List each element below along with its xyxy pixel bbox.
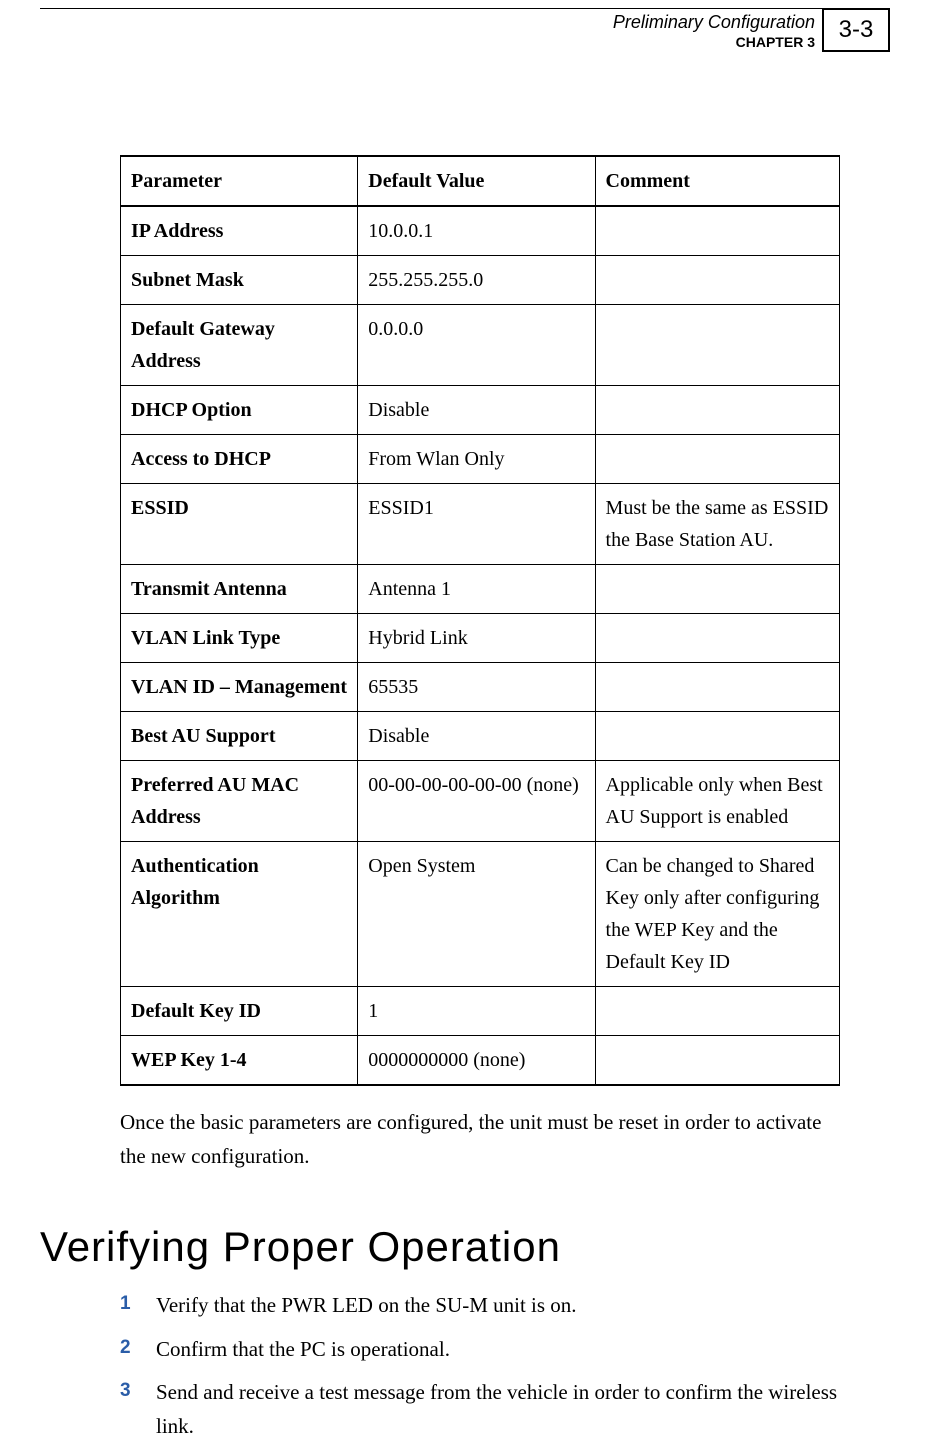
comment-cell [595, 712, 839, 761]
table-row: WEP Key 1-4 0000000000 (none) [121, 1036, 840, 1086]
table-row: DHCP Option Disable [121, 386, 840, 435]
step-number: 3 [120, 1376, 131, 1406]
param-cell: Transmit Antenna [121, 565, 358, 614]
comment-cell [595, 1036, 839, 1086]
param-cell: Preferred AU MAC Address [121, 761, 358, 842]
table-row: VLAN Link Type Hybrid Link [121, 614, 840, 663]
section-heading: Verifying Proper Operation [40, 1223, 840, 1271]
value-cell: 65535 [358, 663, 595, 712]
value-cell: 0.0.0.0 [358, 305, 595, 386]
step-item: 2 Confirm that the PC is operational. [120, 1333, 840, 1367]
table-row: VLAN ID – Management 65535 [121, 663, 840, 712]
page-content: Parameter Default Value Comment IP Addre… [0, 55, 930, 1444]
value-cell: Disable [358, 386, 595, 435]
step-text: Send and receive a test message from the… [156, 1380, 837, 1438]
comment-cell [595, 206, 839, 256]
comment-cell [595, 987, 839, 1036]
table-row: Subnet Mask 255.255.255.0 [121, 256, 840, 305]
step-text: Verify that the PWR LED on the SU-M unit… [156, 1293, 577, 1317]
steps-list: 1 Verify that the PWR LED on the SU-M un… [120, 1289, 840, 1443]
comment-cell [595, 305, 839, 386]
value-cell: 1 [358, 987, 595, 1036]
table-row: Access to DHCP From Wlan Only [121, 435, 840, 484]
table-row: Authentication Algorithm Open System Can… [121, 842, 840, 987]
parameters-table: Parameter Default Value Comment IP Addre… [120, 155, 840, 1086]
value-cell: Open System [358, 842, 595, 987]
table-header-comment: Comment [595, 156, 839, 206]
step-text: Confirm that the PC is operational. [156, 1337, 450, 1361]
step-item: 1 Verify that the PWR LED on the SU-M un… [120, 1289, 840, 1323]
value-cell: ESSID1 [358, 484, 595, 565]
comment-cell [595, 386, 839, 435]
param-cell: VLAN ID – Management [121, 663, 358, 712]
table-header-parameter: Parameter [121, 156, 358, 206]
param-cell: Access to DHCP [121, 435, 358, 484]
table-header-default-value: Default Value [358, 156, 595, 206]
value-cell: Disable [358, 712, 595, 761]
header-title: Preliminary Configuration [613, 12, 815, 33]
value-cell: 0000000000 (none) [358, 1036, 595, 1086]
param-cell: ESSID [121, 484, 358, 565]
table-row: Transmit Antenna Antenna 1 [121, 565, 840, 614]
comment-cell: Must be the same as ESSID the Base Stati… [595, 484, 839, 565]
table-row: IP Address 10.0.0.1 [121, 206, 840, 256]
param-cell: Best AU Support [121, 712, 358, 761]
comment-cell [595, 663, 839, 712]
table-row: Best AU Support Disable [121, 712, 840, 761]
chapter-label: CHAPTER 3 [736, 34, 815, 50]
table-row: Default Gateway Address 0.0.0.0 [121, 305, 840, 386]
page-header: Preliminary Configuration CHAPTER 3 3-3 [0, 0, 930, 55]
comment-cell [595, 565, 839, 614]
step-number: 1 [120, 1289, 131, 1319]
value-cell: 10.0.0.1 [358, 206, 595, 256]
param-cell: Subnet Mask [121, 256, 358, 305]
param-cell: WEP Key 1-4 [121, 1036, 358, 1086]
param-cell: Default Key ID [121, 987, 358, 1036]
comment-cell [595, 435, 839, 484]
comment-cell: Applicable only when Best AU Support is … [595, 761, 839, 842]
param-cell: Authentication Algorithm [121, 842, 358, 987]
param-cell: Default Gateway Address [121, 305, 358, 386]
table-header-row: Parameter Default Value Comment [121, 156, 840, 206]
value-cell: Antenna 1 [358, 565, 595, 614]
value-cell: From Wlan Only [358, 435, 595, 484]
comment-cell [595, 614, 839, 663]
comment-cell [595, 256, 839, 305]
param-cell: DHCP Option [121, 386, 358, 435]
value-cell: Hybrid Link [358, 614, 595, 663]
param-cell: VLAN Link Type [121, 614, 358, 663]
table-row: ESSID ESSID1 Must be the same as ESSID t… [121, 484, 840, 565]
step-item: 3 Send and receive a test message from t… [120, 1376, 840, 1443]
table-row: Default Key ID 1 [121, 987, 840, 1036]
step-number: 2 [120, 1333, 131, 1363]
comment-cell: Can be changed to Shared Key only after … [595, 842, 839, 987]
param-cell: IP Address [121, 206, 358, 256]
page-number: 3-3 [822, 8, 890, 52]
table-row: Preferred AU MAC Address 00-00-00-00-00-… [121, 761, 840, 842]
value-cell: 255.255.255.0 [358, 256, 595, 305]
header-rule [40, 8, 890, 9]
value-cell: 00-00-00-00-00-00 (none) [358, 761, 595, 842]
body-paragraph: Once the basic parameters are configured… [120, 1106, 840, 1173]
